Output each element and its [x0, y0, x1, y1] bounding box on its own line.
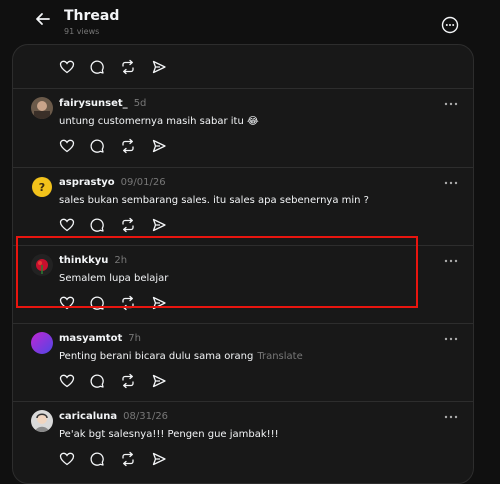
- more-options-icon[interactable]: [441, 16, 459, 34]
- avatar[interactable]: [31, 410, 53, 432]
- like-icon[interactable]: [59, 59, 75, 75]
- like-icon[interactable]: [59, 451, 75, 467]
- username[interactable]: caricaluna 08/31/26: [59, 411, 168, 422]
- post-more-icon[interactable]: [443, 179, 459, 187]
- view-count: 91 views: [64, 27, 100, 36]
- timestamp: 7h: [128, 333, 141, 344]
- avatar[interactable]: [31, 97, 53, 119]
- username[interactable]: thinkkyu 2h: [59, 255, 127, 266]
- comment-icon[interactable]: [89, 295, 105, 311]
- reply-post: thinkkyu 2h Semalem lupa belajar: [13, 245, 473, 323]
- username[interactable]: fairysunset_ 5d: [59, 98, 146, 109]
- repost-icon[interactable]: [120, 451, 136, 467]
- share-icon[interactable]: [151, 138, 167, 154]
- timestamp: 5d: [133, 98, 147, 109]
- post-text: sales bukan sembarang sales. itu sales a…: [59, 195, 369, 206]
- repost-icon[interactable]: [120, 373, 136, 389]
- share-icon[interactable]: [151, 373, 167, 389]
- share-icon[interactable]: [151, 59, 167, 75]
- avatar[interactable]: ?: [31, 176, 53, 198]
- reply-post: fairysunset_ 5d untung customernya masih …: [13, 88, 473, 168]
- reply-post: caricaluna 08/31/26 Pe'ak bgt salesnya!!!…: [13, 401, 473, 483]
- post-more-icon[interactable]: [443, 100, 459, 108]
- like-icon[interactable]: [59, 217, 75, 233]
- post-more-icon[interactable]: [443, 257, 459, 265]
- comment-icon[interactable]: [89, 138, 105, 154]
- comment-icon[interactable]: [89, 59, 105, 75]
- share-icon[interactable]: [151, 217, 167, 233]
- username[interactable]: masyamtot 7h: [59, 333, 141, 344]
- repost-icon[interactable]: [120, 138, 136, 154]
- timestamp: 08/31/26: [123, 411, 169, 422]
- like-icon[interactable]: [59, 138, 75, 154]
- timestamp: 09/01/26: [120, 177, 166, 188]
- username[interactable]: asprastyo 09/01/26: [59, 177, 166, 188]
- comment-icon[interactable]: [89, 373, 105, 389]
- repost-icon[interactable]: [120, 217, 136, 233]
- avatar[interactable]: [31, 332, 53, 354]
- like-icon[interactable]: [59, 373, 75, 389]
- post-text: Semalem lupa belajar: [59, 273, 169, 284]
- page-title: Thread: [64, 8, 120, 24]
- post-more-icon[interactable]: [443, 413, 459, 421]
- repost-icon[interactable]: [120, 59, 136, 75]
- replies-panel: fairysunset_ 5d untung customernya masih …: [12, 44, 474, 484]
- reply-post: masyamtot 7h Penting berani bicara dulu s…: [13, 323, 473, 401]
- repost-icon[interactable]: [120, 295, 136, 311]
- share-icon[interactable]: [151, 295, 167, 311]
- timestamp: 2h: [114, 255, 128, 266]
- comment-icon[interactable]: [89, 451, 105, 467]
- translate-link[interactable]: Translate: [257, 351, 302, 362]
- post-text: Penting berani bicara dulu sama orang Tra…: [59, 351, 303, 362]
- reply-post: ? asprastyo 09/01/26 sales bukan sembaran…: [13, 167, 473, 245]
- svg-text:?: ?: [39, 181, 45, 194]
- thread-header: Thread 91 views: [0, 0, 500, 44]
- post-more-icon[interactable]: [443, 335, 459, 343]
- post-text: untung customernya masih sabar itu 😂: [59, 116, 259, 127]
- like-icon[interactable]: [59, 295, 75, 311]
- back-arrow-icon[interactable]: [33, 9, 53, 29]
- comment-icon[interactable]: [89, 217, 105, 233]
- share-icon[interactable]: [151, 451, 167, 467]
- avatar[interactable]: [31, 254, 53, 276]
- post-text: Pe'ak bgt salesnya!!! Pengen gue jambak!…: [59, 429, 279, 440]
